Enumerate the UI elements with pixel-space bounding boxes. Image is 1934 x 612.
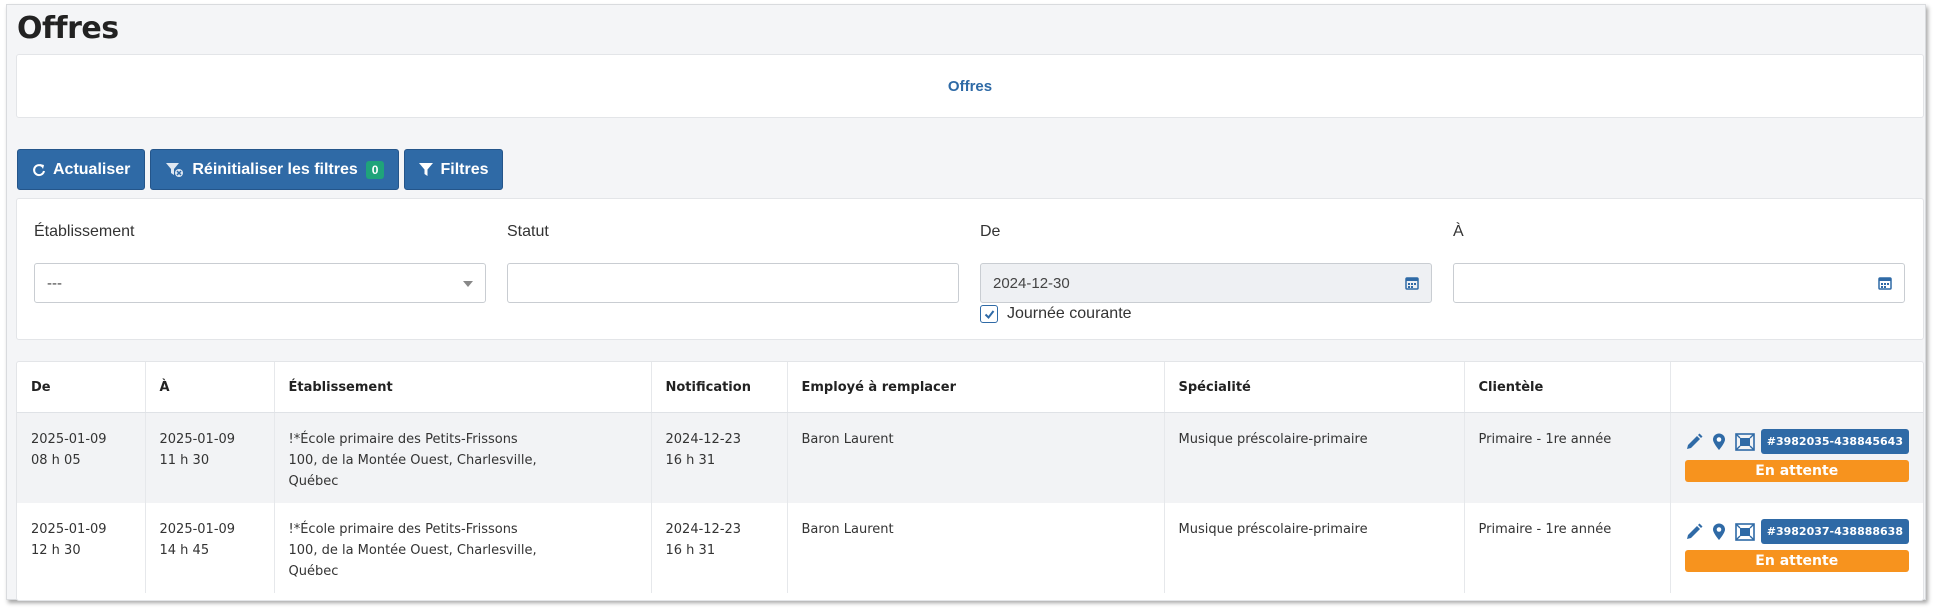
reset-filters-label: Réinitialiser les filtres — [192, 160, 358, 178]
cell-employe: Baron Laurent — [787, 412, 1165, 503]
notification-date: 2024-12-23 — [665, 522, 742, 537]
journee-courante-checkbox[interactable]: Journée courante — [980, 305, 1432, 323]
de-date-input[interactable]: 2024-12-30 — [980, 263, 1432, 303]
de-date-value: 2024-12-30 — [993, 274, 1070, 292]
cell-specialite: Musique préscolaire-primaire — [1164, 412, 1465, 503]
cell-etablissement: !*École primaire des Petits-Frissons 100… — [274, 412, 652, 503]
refresh-icon — [32, 163, 46, 177]
cell-clientele: Primaire - 1re année — [1464, 503, 1671, 593]
edit-pencil-icon[interactable] — [1685, 521, 1704, 543]
notification-date: 2024-12-23 — [665, 432, 742, 447]
cell-specialite: Musique préscolaire-primaire — [1164, 503, 1465, 593]
status-badge: En attente — [1684, 460, 1909, 482]
a-time: 14 h 45 — [159, 543, 210, 558]
cell-notification: 2024-12-23 16 h 31 — [651, 412, 788, 503]
edit-pencil-icon[interactable] — [1685, 431, 1704, 453]
cell-employe: Baron Laurent — [787, 503, 1165, 593]
toolbar: Actualiser Réinitialiser les filtres 0 F… — [17, 149, 504, 190]
offer-reference-badge[interactable]: #3982037-438888638 — [1760, 519, 1909, 544]
checkbox-checked-icon — [980, 305, 998, 323]
a-date: 2025-01-09 — [159, 522, 236, 537]
a-date: 2025-01-09 — [159, 432, 236, 447]
cell-etablissement: !*École primaire des Petits-Frissons 100… — [274, 503, 652, 593]
column-header-actions — [1670, 362, 1923, 413]
column-header-employe[interactable]: Employé à remplacer — [787, 362, 1165, 413]
a-time: 11 h 30 — [159, 453, 210, 468]
filter-reset-icon — [165, 162, 185, 178]
column-header-etablissement[interactable]: Établissement — [274, 362, 652, 413]
column-header-de[interactable]: De — [17, 362, 146, 413]
offer-reference-badge[interactable]: #3982035-438845643 — [1760, 429, 1909, 454]
refresh-button[interactable]: Actualiser — [17, 149, 146, 190]
reset-filters-button[interactable]: Réinitialiser les filtres 0 — [150, 149, 400, 190]
etablissement-province: Québec — [288, 564, 339, 579]
active-filters-count-badge: 0 — [365, 160, 385, 179]
banner-label[interactable]: Offres — [948, 78, 992, 95]
etablissement-label: Établissement — [34, 223, 135, 240]
cell-actions: #3982035-438845643 En attente — [1670, 412, 1923, 503]
de-date: 2025-01-09 — [31, 522, 107, 537]
cell-clientele: Primaire - 1re année — [1464, 412, 1671, 503]
cell-a: 2025-01-09 11 h 30 — [145, 412, 275, 503]
de-date: 2025-01-09 — [31, 432, 107, 447]
chevron-down-icon — [463, 281, 473, 287]
cell-notification: 2024-12-23 16 h 31 — [651, 503, 788, 593]
statut-input[interactable] — [507, 263, 959, 303]
de-time: 12 h 30 — [31, 543, 81, 558]
filter-etablissement: Établissement --- — [34, 223, 486, 303]
notification-time: 16 h 31 — [665, 543, 716, 558]
offers-banner: Offres — [16, 54, 1924, 118]
notification-time: 16 h 31 — [665, 453, 716, 468]
statut-label: Statut — [507, 223, 549, 240]
filters-label: Filtres — [440, 160, 489, 178]
cell-actions: #3982037-438888638 En attente — [1670, 503, 1923, 593]
calendar-icon[interactable] — [1405, 276, 1419, 294]
a-date-input[interactable] — [1453, 263, 1905, 303]
column-header-clientele[interactable]: Clientèle — [1464, 362, 1671, 413]
column-header-notification[interactable]: Notification — [651, 362, 788, 413]
de-time: 08 h 05 — [31, 453, 81, 468]
etablissement-address: 100, de la Montée Ouest, Charlesville, — [288, 453, 537, 468]
status-badge: En attente — [1684, 550, 1909, 572]
filter-icon — [419, 162, 434, 177]
cell-de: 2025-01-09 08 h 05 — [17, 412, 146, 503]
journee-courante-label: Journée courante — [1007, 305, 1132, 322]
filter-de: De 2024-12-30 Journée courante — [980, 223, 1432, 323]
image-frame-icon[interactable] — [1734, 521, 1755, 543]
map-pin-icon[interactable] — [1710, 431, 1729, 453]
a-label: À — [1453, 223, 1464, 240]
etablissement-address: 100, de la Montée Ouest, Charlesville, — [288, 543, 537, 558]
cell-a: 2025-01-09 14 h 45 — [145, 503, 275, 593]
row-actions: #3982037-438888638 — [1685, 519, 1909, 544]
etablissement-name: !*École primaire des Petits-Frissons — [288, 432, 518, 447]
filters-button[interactable]: Filtres — [404, 149, 504, 190]
refresh-label: Actualiser — [53, 160, 131, 178]
filter-a: À — [1453, 223, 1905, 303]
calendar-icon[interactable] — [1878, 276, 1892, 294]
page-title: Offres — [17, 11, 119, 46]
page-frame: Offres Offres Actualiser Réinitialiser l… — [6, 4, 1926, 601]
filters-panel: Établissement --- Statut De 2024-12-30 J… — [16, 198, 1924, 340]
image-frame-icon[interactable] — [1734, 431, 1755, 453]
etablissement-name: !*École primaire des Petits-Frissons — [288, 522, 518, 537]
etablissement-province: Québec — [288, 474, 339, 489]
offers-table: De À Établissement Notification Employé … — [16, 361, 1924, 601]
column-header-a[interactable]: À — [145, 362, 275, 413]
table-row[interactable]: 2025-01-09 08 h 05 2025-01-09 11 h 30 !*… — [17, 412, 1923, 503]
column-header-specialite[interactable]: Spécialité — [1164, 362, 1465, 413]
row-actions: #3982035-438845643 — [1685, 429, 1909, 454]
etablissement-select[interactable]: --- — [34, 263, 486, 303]
filter-statut: Statut — [507, 223, 959, 303]
table-row[interactable]: 2025-01-09 12 h 30 2025-01-09 14 h 45 !*… — [17, 503, 1923, 593]
etablissement-value: --- — [47, 274, 62, 292]
map-pin-icon[interactable] — [1710, 521, 1729, 543]
de-label: De — [980, 223, 1001, 240]
cell-de: 2025-01-09 12 h 30 — [17, 503, 146, 593]
table-header-row: De À Établissement Notification Employé … — [17, 362, 1923, 413]
